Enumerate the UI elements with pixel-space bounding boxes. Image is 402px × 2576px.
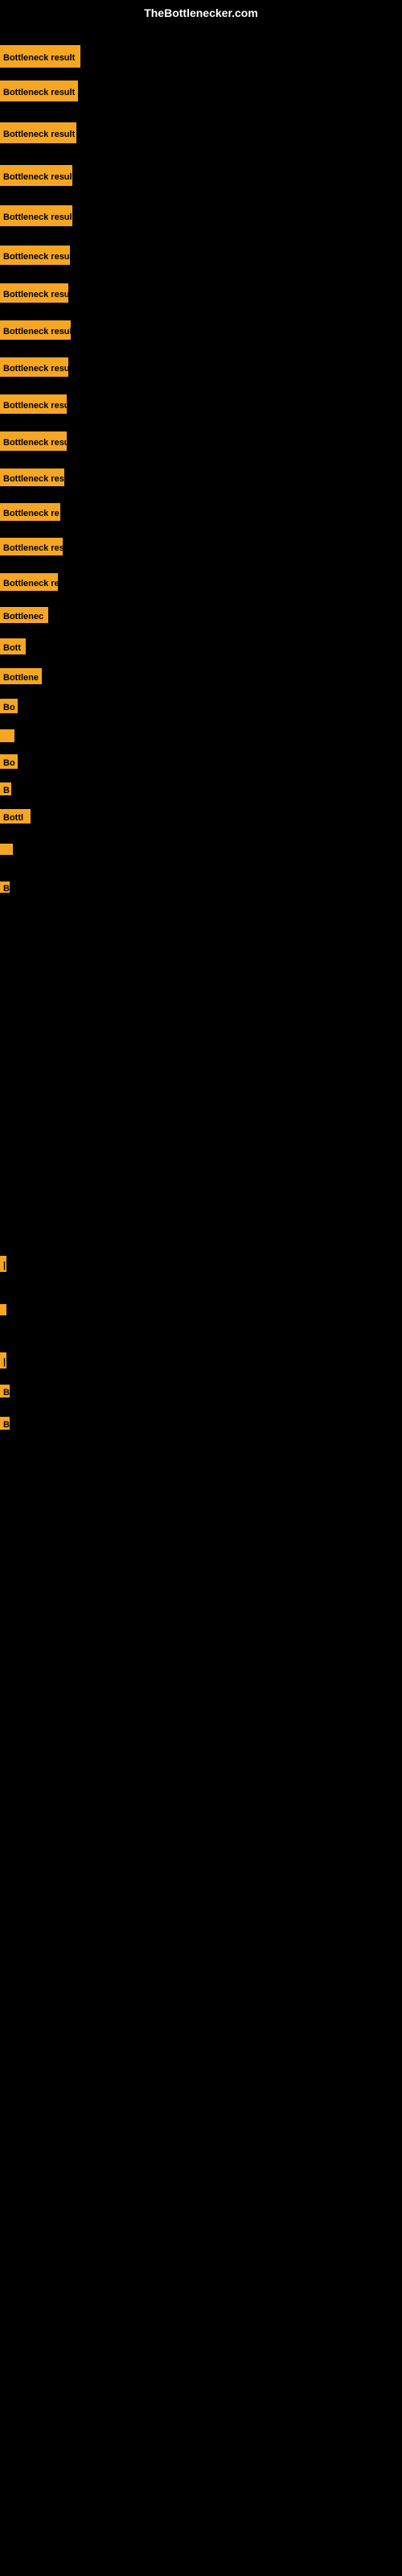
bottleneck-badge-7: Bottleneck resu — [0, 283, 68, 303]
bottleneck-badge-13: Bottleneck re — [0, 503, 60, 521]
site-title: TheBottlenecker.com — [144, 6, 258, 19]
bottleneck-badge-5: Bottleneck resul — [0, 205, 72, 226]
bottleneck-badge-10: Bottleneck resu — [0, 394, 67, 414]
bottleneck-badge-15: Bottleneck re — [0, 573, 58, 591]
bottleneck-badge-26: | — [0, 1256, 6, 1272]
bottleneck-badge-16: Bottlenec — [0, 607, 48, 623]
bottleneck-badge-30: B — [0, 1417, 10, 1430]
bottleneck-badge-20 — [0, 729, 14, 742]
bottleneck-badge-17: Bott — [0, 638, 26, 654]
bottleneck-badge-6: Bottleneck resu — [0, 246, 70, 265]
bottleneck-badge-28: | — [0, 1352, 6, 1368]
bottleneck-badge-25: B — [0, 881, 10, 893]
bottleneck-badge-23: Bottl — [0, 809, 31, 824]
bottleneck-badge-1: Bottleneck result — [0, 45, 80, 68]
bottleneck-badge-19: Bo — [0, 699, 18, 713]
bottleneck-badge-9: Bottleneck resu — [0, 357, 68, 377]
bottleneck-badge-24 — [0, 844, 13, 855]
bottleneck-badge-11: Bottleneck resu — [0, 431, 67, 451]
bottleneck-badge-29: B — [0, 1385, 10, 1397]
bottleneck-badge-18: Bottlene — [0, 668, 42, 684]
bottleneck-badge-3: Bottleneck result — [0, 122, 76, 143]
bottleneck-badge-22: B — [0, 782, 11, 795]
bottleneck-badge-27 — [0, 1304, 6, 1315]
bottleneck-badge-4: Bottleneck resul — [0, 165, 72, 186]
bottleneck-badge-21: Bo — [0, 754, 18, 769]
bottleneck-badge-12: Bottleneck res — [0, 469, 64, 486]
bottleneck-badge-14: Bottleneck res — [0, 538, 63, 555]
bottleneck-badge-2: Bottleneck result — [0, 80, 78, 101]
bottleneck-badge-8: Bottleneck resul — [0, 320, 71, 340]
